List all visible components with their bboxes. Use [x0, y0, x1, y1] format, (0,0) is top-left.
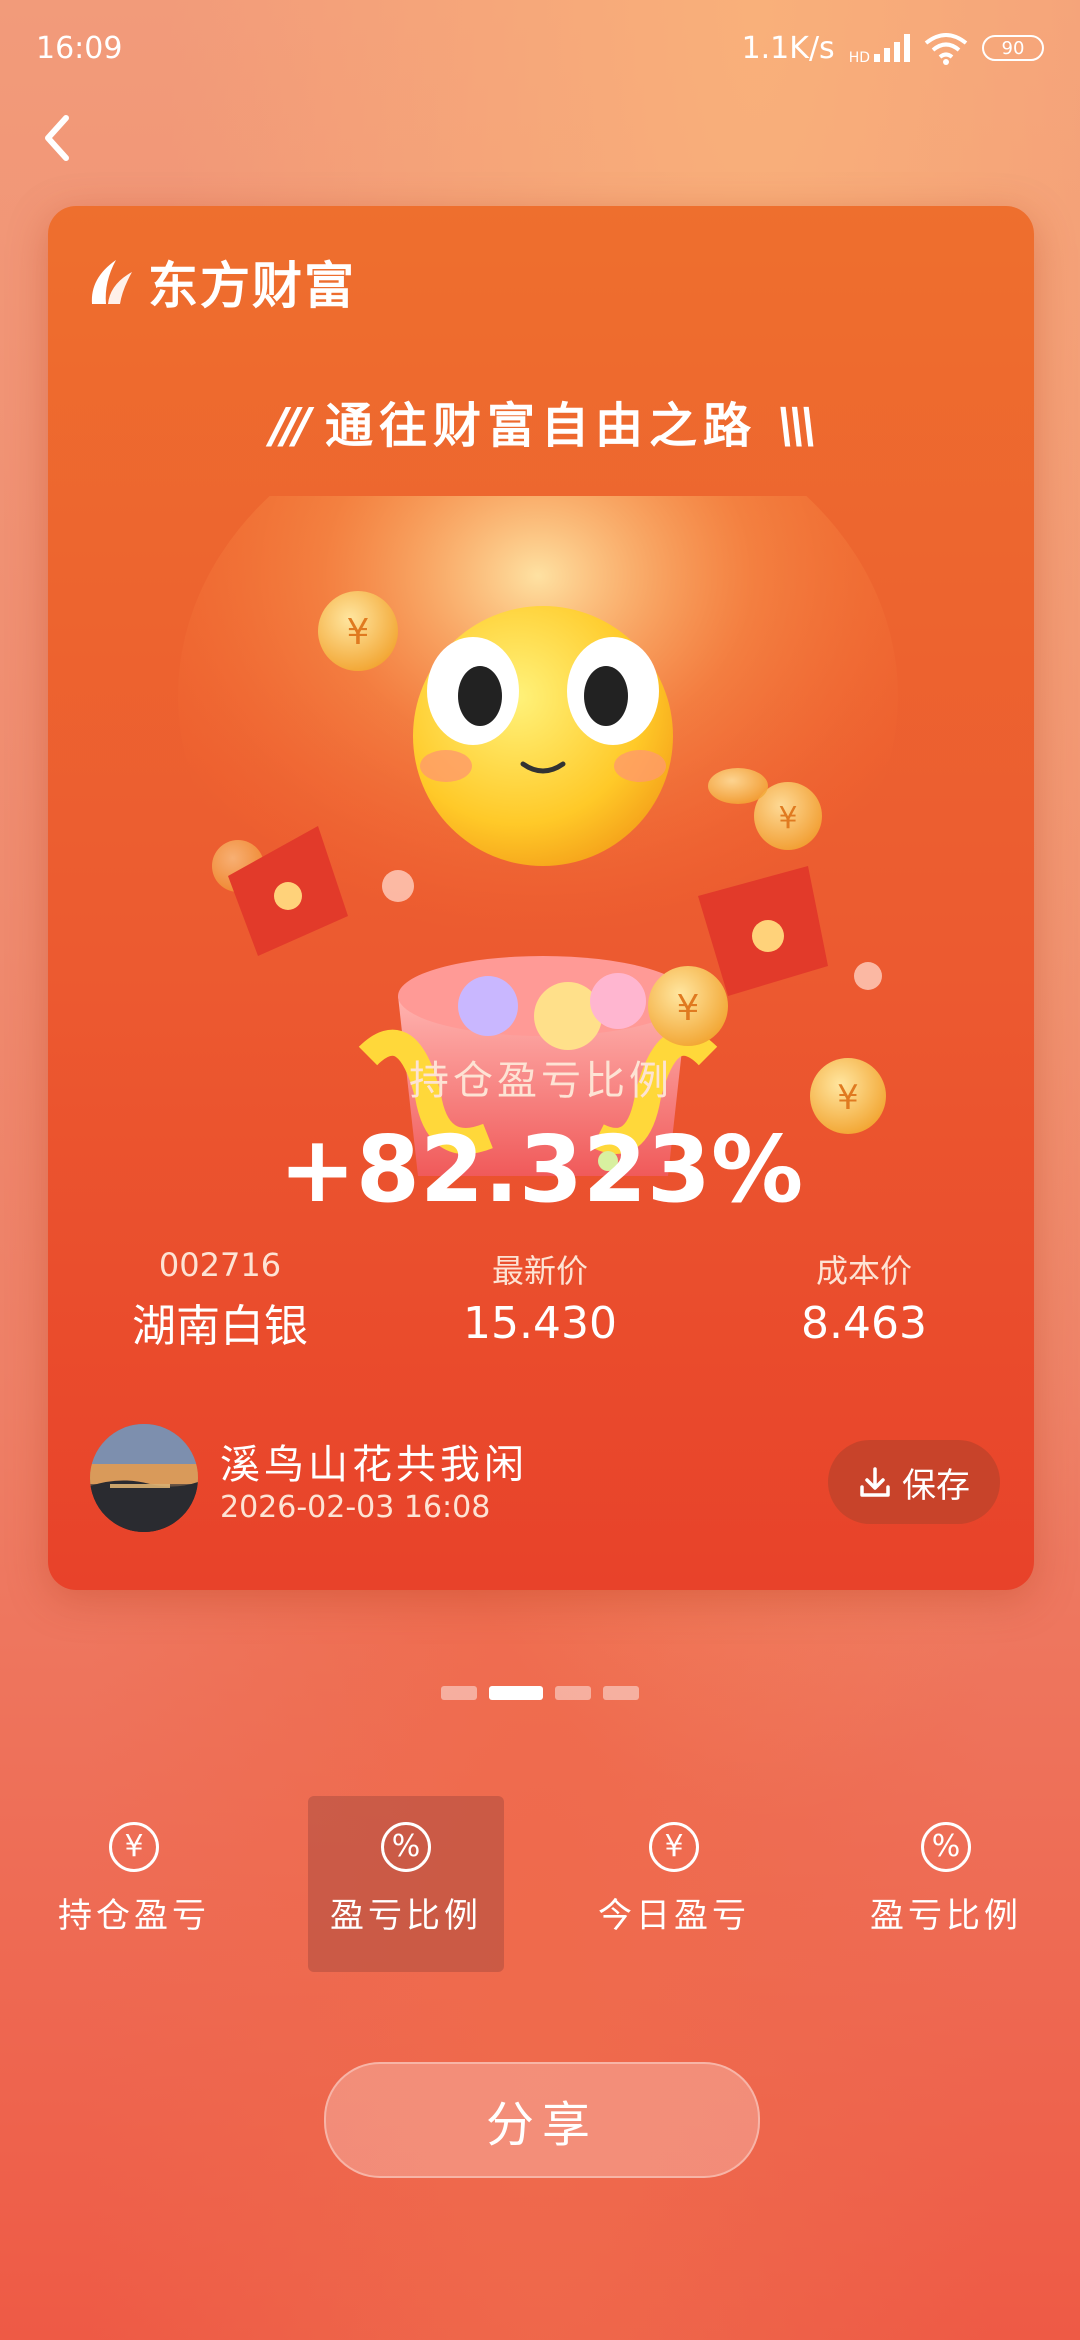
- battery-level: 90: [1001, 37, 1025, 59]
- percent-icon: %: [381, 1822, 431, 1872]
- back-button[interactable]: [36, 110, 86, 170]
- status-bar: 16:09 1.1K/s HD 90: [0, 0, 1080, 96]
- cost-price-value: 8.463: [801, 1298, 927, 1349]
- status-indicators: 1.1K/s HD 90: [742, 30, 1044, 66]
- slogan-decoration-left: ///: [270, 398, 311, 454]
- wifi-icon: [924, 33, 968, 65]
- yen-icon: ¥: [649, 1822, 699, 1872]
- page-dot: [555, 1686, 591, 1700]
- avatar-landscape-image: [90, 1424, 198, 1532]
- latest-price-block: 最新价 15.430: [390, 1246, 690, 1349]
- tab-label: 持仓盈亏: [58, 1896, 210, 1936]
- user-row: 溪鸟山花共我闲 2026-02-03 16:08 保存: [90, 1424, 1000, 1534]
- brand-name: 东方财富: [148, 257, 356, 315]
- stock-name: 湖南白银: [132, 1301, 308, 1352]
- ratio-value: +82.323%: [278, 1116, 804, 1223]
- avatar: [90, 1424, 198, 1532]
- page-dot-active: [489, 1686, 543, 1700]
- svg-text:¥: ¥: [677, 988, 700, 1029]
- cost-price-block: 成本价 8.463: [714, 1246, 1014, 1349]
- share-card: 东方财富 /// 通往财富自由之路 \\\ ¥ ¥ ¥ ¥ 持仓盈亏比例 +82.…: [48, 206, 1034, 1590]
- hd-label: HD: [848, 50, 870, 66]
- tab-holding-pnl[interactable]: ¥ 持仓盈亏: [36, 1796, 232, 1972]
- chevron-left-icon: [45, 115, 69, 161]
- battery-icon: 90: [982, 35, 1044, 61]
- card-type-tabs: ¥ 持仓盈亏 % 盈亏比例 ¥ 今日盈亏 % 盈亏比例: [0, 1796, 1080, 1972]
- page-dot: [441, 1686, 477, 1700]
- slogan-text: 通往财富自由之路: [324, 398, 757, 454]
- percent-icon: %: [921, 1822, 971, 1872]
- save-label: 保存: [902, 1465, 970, 1506]
- svg-text:¥: ¥: [778, 801, 797, 836]
- share-button[interactable]: 分享: [324, 2062, 760, 2178]
- page-indicator: [0, 1686, 1080, 1700]
- tab-pnl-ratio[interactable]: % 盈亏比例: [308, 1796, 504, 1972]
- save-button[interactable]: 保存: [828, 1440, 1000, 1524]
- tab-label: 盈亏比例: [870, 1896, 1022, 1936]
- slogan: /// 通往财富自由之路 \\\: [48, 386, 1034, 456]
- yen-icon: ¥: [109, 1822, 159, 1872]
- signal-icon: [874, 34, 910, 62]
- tab-today-pnl[interactable]: ¥ 今日盈亏: [576, 1796, 772, 1972]
- user-name: 溪鸟山花共我闲: [220, 1442, 528, 1488]
- ratio-label: 持仓盈亏比例: [409, 1058, 673, 1104]
- net-speed: 1.1K/s: [741, 30, 835, 66]
- mascot-illustration: ¥ ¥ ¥ ¥: [178, 496, 898, 1176]
- page-dot: [603, 1686, 639, 1700]
- brand-mark-icon: [91, 260, 132, 304]
- cost-price-label: 成本价: [815, 1252, 912, 1290]
- download-icon: [860, 1467, 890, 1497]
- tab-label: 盈亏比例: [330, 1896, 482, 1936]
- tab-pnl-ratio-2[interactable]: % 盈亏比例: [848, 1796, 1044, 1972]
- tab-label: 今日盈亏: [598, 1896, 750, 1936]
- stock-identity: 002716 湖南白银: [70, 1246, 370, 1354]
- share-datetime: 2026-02-03 16:08: [220, 1490, 491, 1525]
- status-time: 16:09: [36, 30, 123, 66]
- svg-text:¥: ¥: [347, 612, 370, 653]
- latest-price-label: 最新价: [491, 1252, 588, 1290]
- stock-info: 002716 湖南白银 最新价 15.430 成本价 8.463: [48, 1246, 1034, 1356]
- brand-logo: 东方财富: [86, 246, 356, 318]
- stock-code: 002716: [158, 1246, 282, 1284]
- latest-price-value: 15.430: [463, 1298, 617, 1349]
- slogan-decoration-right: \\\: [777, 398, 818, 454]
